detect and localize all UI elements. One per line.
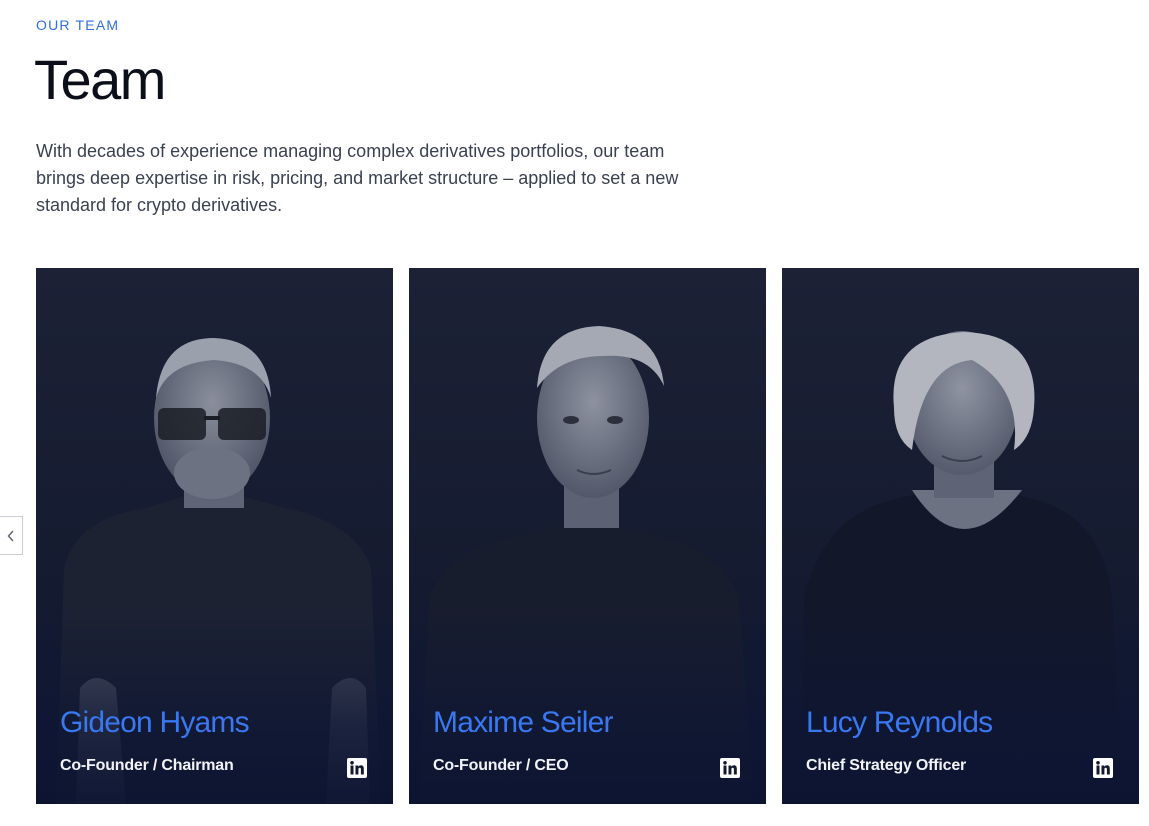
team-card[interactable]: Maxime Seiler Co-Founder / CEO (409, 268, 766, 804)
team-carousel: Gideon Hyams Co-Founder / Chairman Maxim… (36, 268, 1139, 804)
team-member-role: Chief Strategy Officer (806, 757, 967, 774)
team-card[interactable]: Gideon Hyams Co-Founder / Chairman (36, 268, 393, 804)
team-member-name: Lucy Reynolds (806, 706, 993, 739)
chevron-left-icon (7, 530, 14, 541)
team-card[interactable]: Lucy Reynolds Chief Strategy Officer (782, 268, 1139, 804)
carousel-prev-button[interactable] (0, 516, 23, 555)
linkedin-icon[interactable] (720, 758, 740, 778)
team-member-name: Maxime Seiler (433, 706, 613, 739)
linkedin-icon[interactable] (347, 758, 367, 778)
team-member-role: Co-Founder / Chairman (60, 757, 234, 774)
linkedin-icon[interactable] (1093, 758, 1113, 778)
page-title: Team (34, 48, 166, 111)
section-eyebrow: OUR TEAM (36, 17, 120, 33)
team-section: OUR TEAM Team With decades of experience… (0, 0, 1149, 826)
team-member-role: Co-Founder / CEO (433, 757, 569, 774)
team-member-name: Gideon Hyams (60, 706, 250, 739)
section-intro: With decades of experience managing comp… (36, 141, 679, 215)
